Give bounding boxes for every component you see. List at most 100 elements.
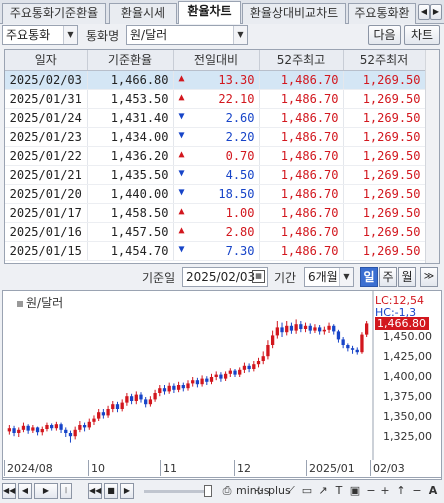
table-row[interactable]: 2025/01/17 1,458.50 ▲ 1.00 1,486.70 1,269.50 [5, 203, 426, 223]
candle-body [317, 327, 322, 332]
cell-52w-low: 1,269.50 [343, 241, 426, 261]
candle-body [45, 425, 49, 429]
candle-body [35, 427, 40, 433]
chevron-down-icon: ▼ [339, 268, 353, 286]
tab-bar: 주요통화기준환율 환율시세 환율차트 환율상대비교차트 주요통화환 ◀ ▶ [0, 0, 444, 25]
col-header-52w-low[interactable]: 52주최저 [343, 50, 426, 71]
table-row[interactable]: 2025/01/31 1,453.50 ▲ 22.10 1,486.70 1,269.50 [5, 89, 426, 109]
zoom-in-icon[interactable]: plus [268, 483, 291, 499]
cell-change: ▲ 1.00 [173, 203, 260, 223]
table-scrollbar[interactable] [425, 50, 439, 263]
triangle-down-icon: ▼ [178, 186, 185, 198]
cell-52w-low: 1,269.50 [343, 108, 426, 128]
period-select[interactable]: 6개월 ▼ [304, 267, 354, 287]
cell-52w-low: 1,269.50 [343, 203, 426, 223]
cell-change-value: 4.50 [225, 167, 255, 182]
crosshair-icon[interactable]: ⊹ [252, 483, 266, 499]
legend-square-icon [17, 300, 23, 307]
cell-date: 2025/01/24 [5, 108, 88, 128]
col-header-date[interactable]: 일자 [5, 50, 88, 71]
cell-change-value: 2.20 [225, 129, 255, 144]
cell-52w-low: 1,269.50 [343, 165, 426, 185]
currency-pair-select[interactable]: 원/달러 ▼ [126, 25, 248, 45]
tab-relative-compare-chart[interactable]: 환율상대비교차트 [242, 3, 346, 24]
font-size-icon[interactable]: A [426, 483, 440, 499]
expand-icon[interactable]: + [378, 483, 392, 499]
y-tick-label: 1,450.00 [383, 330, 432, 343]
zoom-out-icon[interactable]: minus [236, 483, 269, 499]
candle-body [111, 404, 115, 409]
cell-change-value: 18.50 [218, 186, 255, 201]
candle-body [261, 356, 265, 361]
col-header-change[interactable]: 전일대비 [173, 50, 260, 71]
double-chevron-right-icon[interactable]: ≫ [420, 267, 438, 287]
scroll-left-button[interactable]: ◀ [18, 483, 32, 499]
table-row[interactable]: 2025/02/03 1,466.80 ▲ 13.30 1,486.70 1,269.50 [5, 70, 426, 90]
candle-body [285, 325, 289, 333]
tab-scroll-left-button[interactable]: ◀ [418, 4, 430, 20]
candle-body [59, 424, 63, 430]
col-header-base-rate[interactable]: 기준환율 [87, 50, 174, 71]
period-week-button[interactable]: 주 [379, 267, 397, 287]
candle-body [26, 425, 30, 431]
period-month-button[interactable]: 월 [398, 267, 416, 287]
arrow-up-icon[interactable]: ↑ [394, 483, 408, 499]
next-button[interactable]: 다음 [368, 25, 401, 45]
scroll-first-button[interactable]: ◀◀ [2, 483, 16, 499]
chart-button[interactable]: 차트 [404, 25, 440, 45]
tab-exchange-chart[interactable]: 환율차트 [178, 1, 241, 25]
tab-exchange-quotes[interactable]: 환율시세 [109, 3, 177, 24]
tab-scroll-right-button[interactable]: ▶ [430, 4, 442, 20]
base-date-input[interactable]: 2025/02/03 ▦ [182, 267, 268, 287]
tab-major-currency-more[interactable]: 주요통화환 [348, 3, 416, 24]
table-row[interactable]: 2025/01/23 1,434.00 ▼ 2.20 1,486.70 1,269.50 [5, 127, 426, 147]
candle-body [341, 339, 345, 345]
table-row[interactable]: 2025/01/24 1,431.40 ▼ 2.60 1,486.70 1,269.50 [5, 108, 426, 128]
col-header-52w-high[interactable]: 52주최고 [259, 50, 344, 71]
candle-body [256, 361, 261, 365]
exchange-rate-chart[interactable]: 원/달러 LC:12,54 HC:-1,3 1,450.00 1,425,00 1,… [2, 290, 442, 480]
candle-body [162, 388, 167, 392]
cell-52w-high: 1,486.70 [259, 241, 344, 261]
arrow-tool-icon[interactable]: ↗ [316, 483, 330, 499]
candle-body [50, 425, 54, 429]
candle-body [355, 349, 359, 353]
table-row[interactable]: 2025/01/20 1,440.00 ▼ 18.50 1,486.70 1,269.50 [5, 184, 426, 204]
ruler-icon[interactable]: ▭ [300, 483, 314, 499]
scroll-back-button[interactable]: ◀◀ [88, 483, 102, 499]
candle-body [68, 433, 73, 437]
table-row[interactable]: 2025/01/16 1,457.50 ▲ 2.80 1,486.70 1,269.50 [5, 222, 426, 242]
currency-group-select[interactable]: 주요통화 ▼ [2, 25, 78, 45]
table-row[interactable]: 2025/01/22 1,436.20 ▲ 0.70 1,486.70 1,269.50 [5, 146, 426, 166]
candle-body [21, 425, 26, 430]
table-row[interactable]: 2025/01/21 1,435.50 ▼ 4.50 1,486.70 1,269.50 [5, 165, 426, 185]
candle-body [148, 399, 153, 405]
stop-button[interactable]: ■ [104, 483, 118, 499]
cell-base-rate: 1,458.50 [87, 203, 174, 223]
shrink-icon[interactable]: − [364, 483, 378, 499]
candle-body [308, 325, 312, 331]
print-icon[interactable]: ⎙ [220, 483, 234, 499]
candle-body [172, 385, 176, 390]
currency-toolbar: 주요통화 ▼ 통화명 원/달러 ▼ 다음 차트 [0, 24, 444, 46]
cell-change: ▼ 2.20 [173, 127, 260, 147]
scroll-forward-button[interactable]: ▶ [120, 483, 134, 499]
cell-change: ▼ 7.30 [173, 241, 260, 261]
tab-major-currency-rates[interactable]: 주요통화기준환율 [2, 3, 106, 24]
period-day-button[interactable]: 일 [360, 267, 378, 287]
table-row[interactable]: 2025/01/15 1,454.70 ▼ 7.30 1,486.70 1,269.50 [5, 241, 426, 261]
cell-change-value: 2.60 [225, 110, 255, 125]
candle-body [303, 325, 308, 329]
cell-date: 2025/02/03 [5, 70, 88, 90]
trend-line-icon[interactable]: ⟋ [284, 483, 298, 499]
chart-scroll-thumb[interactable] [204, 485, 212, 497]
candle-body [153, 393, 157, 400]
minus-icon[interactable]: − [410, 483, 424, 499]
scroll-right-button[interactable]: ▶ [34, 483, 58, 499]
eraser-icon[interactable]: ▣ [348, 483, 362, 499]
candle-body [252, 364, 256, 369]
cell-change-value: 1.00 [225, 205, 255, 220]
calendar-icon[interactable]: ▦ [252, 270, 265, 283]
chart-scroll-slider[interactable] [144, 490, 212, 493]
text-tool-icon[interactable]: T [332, 483, 346, 499]
